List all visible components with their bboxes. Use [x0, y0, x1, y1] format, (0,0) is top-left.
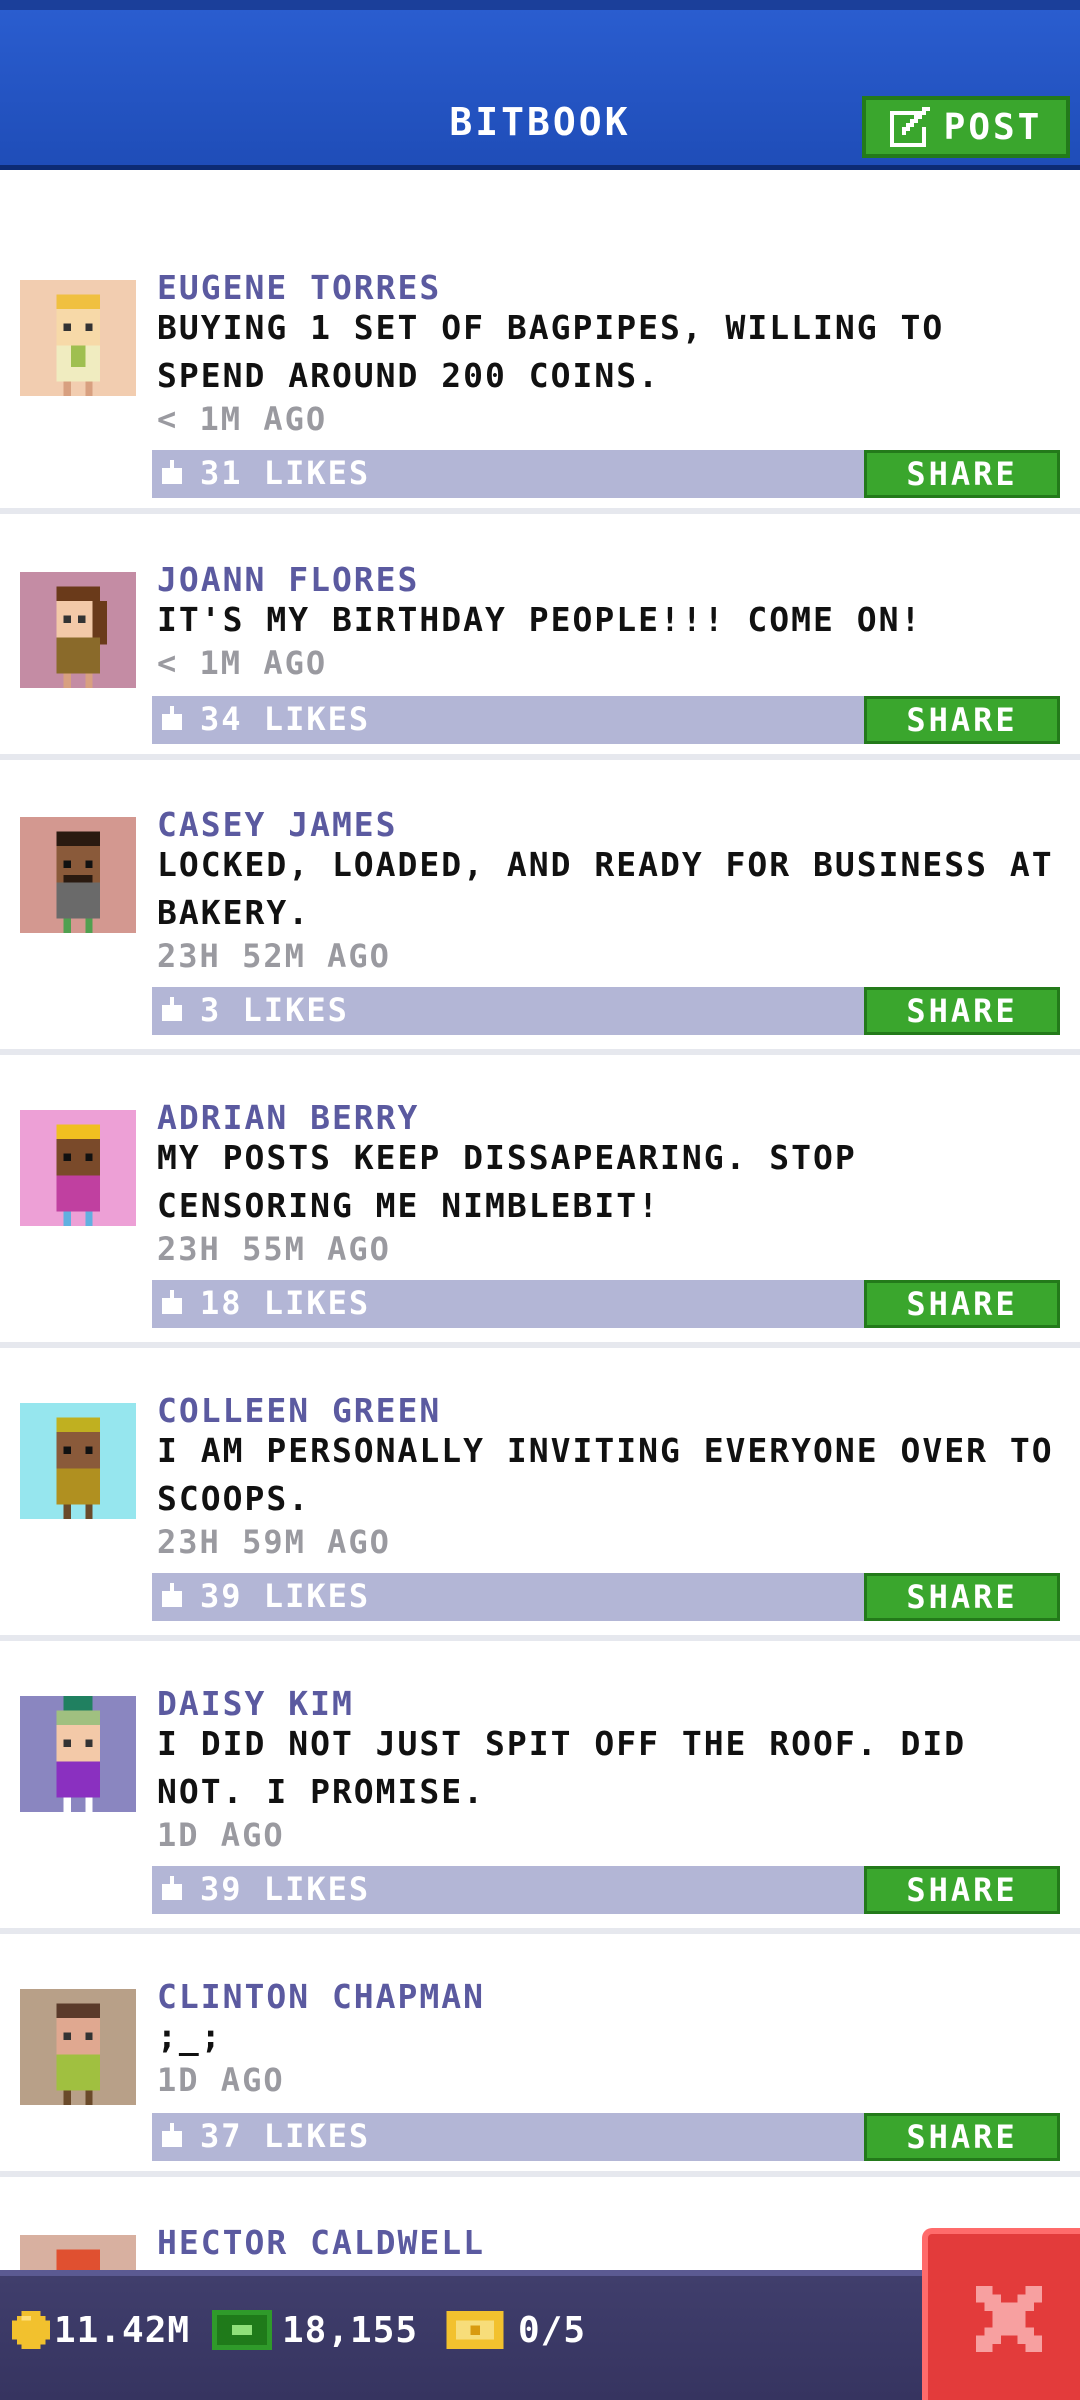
coin-icon	[12, 2311, 50, 2349]
post-button[interactable]: POST	[862, 96, 1070, 158]
tickets-display: 0/5	[446, 2300, 586, 2360]
feed-post: ADRIAN BERRY MY POSTS KEEP DISSAPEARING.…	[0, 1098, 1080, 1348]
like-count: 39 LIKES	[200, 1870, 371, 1908]
thumbs-up-icon	[162, 997, 182, 1021]
close-icon	[976, 2286, 1042, 2352]
like-count: 34 LIKES	[200, 700, 371, 738]
post-author[interactable]: EUGENE TORRES	[157, 268, 441, 307]
post-author[interactable]: COLLEEN GREEN	[157, 1391, 441, 1430]
ticket-icon	[446, 2311, 504, 2349]
post-author[interactable]: JOANN FLORES	[157, 560, 419, 599]
post-author[interactable]: DAISY KIM	[157, 1684, 354, 1723]
feed-post: DAISY KIM I DID NOT JUST SPIT OFF THE RO…	[0, 1684, 1080, 1934]
avatar[interactable]	[20, 1403, 136, 1519]
post-author[interactable]: HECTOR CALDWELL	[157, 2223, 485, 2262]
post-time: 1D AGO	[157, 1816, 285, 1854]
bux-icon	[212, 2310, 272, 2350]
post-time: < 1M AGO	[157, 400, 328, 438]
app-header: BITBOOK POST	[0, 0, 1080, 170]
post-button-label: POST	[943, 106, 1043, 148]
tickets-value: 0/5	[518, 2309, 587, 2351]
post-author[interactable]: CLINTON CHAPMAN	[157, 1977, 485, 2016]
share-button[interactable]: SHARE	[864, 2113, 1060, 2161]
like-count: 37 LIKES	[200, 2117, 371, 2155]
share-button[interactable]: SHARE	[864, 696, 1060, 744]
feed-post: EUGENE TORRES BUYING 1 SET OF BAGPIPES, …	[0, 268, 1080, 514]
bux-value: 18,155	[282, 2309, 419, 2351]
feed-post: CASEY JAMES LOCKED, LOADED, AND READY FO…	[0, 805, 1080, 1055]
post-message: BUYING 1 SET OF BAGPIPES, WILLING TO SPE…	[157, 308, 945, 395]
like-count: 18 LIKES	[200, 1284, 371, 1322]
feed-post: JOANN FLORES IT'S MY BIRTHDAY PEOPLE!!! …	[0, 560, 1080, 760]
thumbs-up-icon	[162, 1876, 182, 1900]
share-button[interactable]: SHARE	[864, 987, 1060, 1035]
edit-icon	[889, 107, 930, 147]
coins-value: 11.42M	[54, 2309, 191, 2351]
avatar[interactable]	[20, 572, 136, 688]
post-author[interactable]: ADRIAN BERRY	[157, 1098, 419, 1137]
post-message: LOCKED, LOADED, AND READY FOR BUSINESS A…	[157, 845, 1054, 932]
share-button[interactable]: SHARE	[864, 1866, 1060, 1914]
post-message: I DID NOT JUST SPIT OFF THE ROOF. DID NO…	[157, 1724, 967, 1811]
avatar[interactable]	[20, 1989, 136, 2105]
post-time: 23H 59M AGO	[157, 1523, 391, 1561]
avatar[interactable]	[20, 1696, 136, 1812]
post-time: 23H 55M AGO	[157, 1230, 391, 1268]
close-button[interactable]	[922, 2228, 1080, 2400]
like-count: 3 LIKES	[200, 991, 349, 1029]
share-button[interactable]: SHARE	[864, 1280, 1060, 1328]
post-time: 1D AGO	[157, 2061, 285, 2099]
like-count: 31 LIKES	[200, 454, 371, 492]
thumbs-up-icon	[162, 1290, 182, 1314]
post-message: IT'S MY BIRTHDAY PEOPLE!!! COME ON!	[157, 600, 923, 639]
post-time: 23H 52M AGO	[157, 937, 391, 975]
bux-display: 18,155	[212, 2300, 418, 2360]
post-message: I AM PERSONALLY INVITING EVERYONE OVER T…	[157, 1431, 1054, 1518]
post-author[interactable]: CASEY JAMES	[157, 805, 398, 844]
feed-post: COLLEEN GREEN I AM PERSONALLY INVITING E…	[0, 1391, 1080, 1641]
post-message: MY POSTS KEEP DISSAPEARING. STOP CENSORI…	[157, 1138, 857, 1225]
share-button[interactable]: SHARE	[864, 1573, 1060, 1621]
thumbs-up-icon	[162, 1583, 182, 1607]
coins-display: 11.42M	[12, 2300, 190, 2360]
feed-post: CLINTON CHAPMAN ;_; 1D AGO 37 LIKES SHAR…	[0, 1977, 1080, 2177]
post-time: < 1M AGO	[157, 644, 328, 682]
status-bar: 11.42M 18,155 0/5	[0, 2270, 1080, 2400]
thumbs-up-icon	[162, 460, 182, 484]
thumbs-up-icon	[162, 2123, 182, 2147]
like-count: 39 LIKES	[200, 1577, 371, 1615]
avatar[interactable]	[20, 280, 136, 396]
post-message: ;_;	[157, 2017, 223, 2056]
share-button[interactable]: SHARE	[864, 450, 1060, 498]
avatar[interactable]	[20, 1110, 136, 1226]
thumbs-up-icon	[162, 706, 182, 730]
avatar[interactable]	[20, 817, 136, 933]
